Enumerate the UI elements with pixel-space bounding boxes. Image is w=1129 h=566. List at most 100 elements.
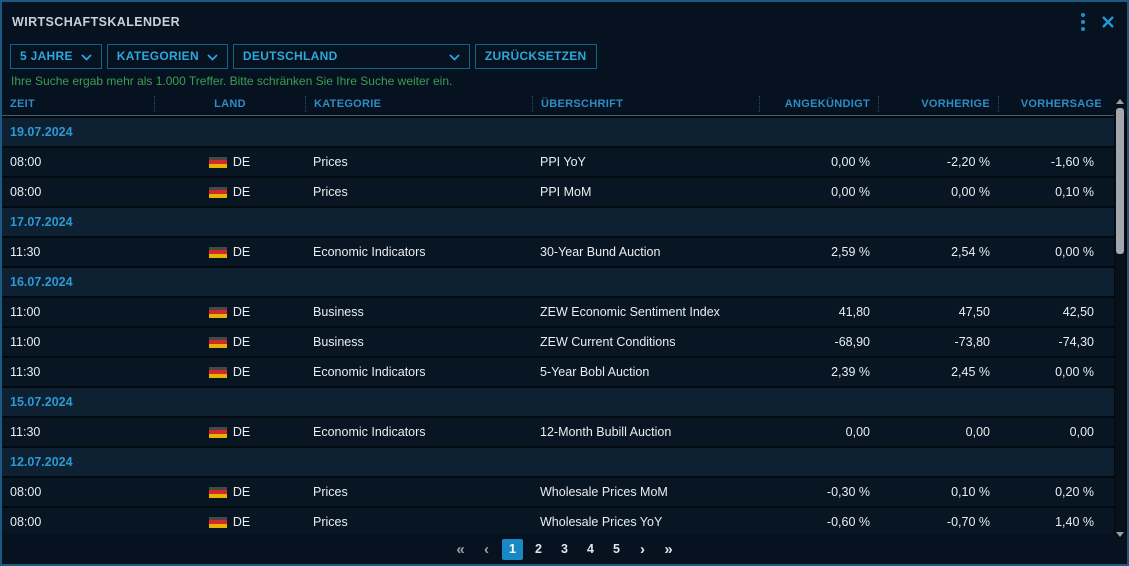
germany-flag-icon (209, 427, 227, 438)
event-country: DE (154, 515, 305, 529)
calendar-event-row[interactable]: 11:00DEBusinessZEW Economic Sentiment In… (2, 298, 1114, 326)
column-header-ueberschrift[interactable]: ÜBERSCHRIFT (532, 96, 759, 112)
germany-flag-icon (209, 307, 227, 318)
calendar-event-row[interactable]: 11:30 DE Economic Indicators30-Year Bund A… (2, 238, 1114, 266)
column-header-land[interactable]: LAND (154, 96, 305, 112)
event-time: 11:00 (2, 335, 154, 349)
date-label: 12.07.2024 (2, 455, 81, 469)
kebab-menu-icon[interactable] (1081, 13, 1085, 31)
event-forecast-value: 0,10 % (998, 185, 1114, 199)
event-forecast-value: -74,30 (998, 335, 1114, 349)
calendar-event-row[interactable]: 11:30 DE Economic Indicators12-Month Bubil… (2, 418, 1114, 446)
table-body: 19.07.202408:00DEPricesPPI YoY0,00 %-2,2… (2, 116, 1127, 534)
event-time: 08:00 (2, 515, 154, 529)
categories-dropdown-label: KATEGORIEN (117, 49, 199, 63)
event-category: Prices (305, 485, 532, 499)
date-group-row: 12.07.2024 (2, 448, 1114, 476)
event-time: 11:30 (2, 245, 154, 259)
last-page-button[interactable]: » (658, 539, 679, 560)
event-announced-value: 2,59 % (759, 245, 878, 259)
reset-button-label: ZURÜCKSETZEN (485, 49, 587, 63)
event-category: Economic Indicators (305, 245, 532, 259)
country-code: DE (233, 335, 250, 349)
calendar-event-row[interactable]: 08:00DEPricesPPI MoM0,00 %0,00 %0,10 % (2, 178, 1114, 206)
event-previous-value: 2,45 % (878, 365, 998, 379)
event-announced-value: -0,60 % (759, 515, 878, 529)
event-category: Economic Indicators (305, 425, 532, 439)
scroll-up-icon[interactable] (1116, 99, 1124, 104)
titlebar: WIRTSCHAFTSKALENDER (2, 2, 1127, 42)
prev-page-button[interactable]: ‹ (476, 539, 497, 560)
event-country: DE (154, 305, 305, 319)
event-category: Economic Indicators (305, 365, 532, 379)
calendar-event-row[interactable]: 08:00DEPricesPPI YoY0,00 %-2,20 %-1,60 % (2, 148, 1114, 176)
calendar-event-row[interactable]: 11:30DEEconomic Indicators5-Year Bobl Au… (2, 358, 1114, 386)
event-time: 11:00 (2, 305, 154, 319)
reset-button[interactable]: ZURÜCKSETZEN (475, 44, 597, 69)
economic-calendar-widget: WIRTSCHAFTSKALENDER 5 JAHRE KATEGORIEN D… (0, 0, 1129, 566)
page-button-3[interactable]: 3 (554, 539, 575, 560)
calendar-event-row[interactable]: 08:00DEPricesWholesale Prices MoM-0,30 %… (2, 478, 1114, 506)
event-announced-value: 0,00 % (759, 155, 878, 169)
first-page-button[interactable]: « (450, 539, 471, 560)
country-dropdown-label: DEUTSCHLAND (243, 49, 338, 63)
event-headline: 5-Year Bobl Auction (532, 365, 759, 379)
period-dropdown-label: 5 JAHRE (20, 49, 73, 63)
germany-flag-icon (209, 367, 227, 378)
scrollbar-thumb[interactable] (1116, 108, 1124, 254)
event-country: DE (154, 335, 305, 349)
event-headline: ZEW Economic Sentiment Index (532, 305, 759, 319)
event-country: DE (154, 365, 305, 379)
page-button-2[interactable]: 2 (528, 539, 549, 560)
country-code: DE (233, 515, 250, 529)
column-header-vorherige[interactable]: VORHERIGE (878, 96, 998, 112)
event-time: 08:00 (2, 185, 154, 199)
calendar-event-row[interactable]: 08:00DEPricesWholesale Prices YoY-0,60 %… (2, 508, 1114, 534)
country-code: DE (233, 425, 250, 439)
categories-dropdown[interactable]: KATEGORIEN (107, 44, 228, 69)
country-code: DE (233, 245, 250, 259)
column-header-angekuendigt[interactable]: ANGEKÜNDIGT (759, 96, 878, 112)
event-headline: Wholesale Prices MoM (532, 485, 759, 499)
event-announced-value: -68,90 (759, 335, 878, 349)
event-headline: 30-Year Bund Auction (532, 245, 759, 259)
event-announced-value: 0,00 % (759, 185, 878, 199)
event-time: 08:00 (2, 155, 154, 169)
page-button-1[interactable]: 1 (502, 539, 523, 560)
calendar-event-row[interactable]: 11:00 DE BusinessZEW Current Conditions-68… (2, 328, 1114, 356)
event-forecast-value: 0,00 (998, 425, 1114, 439)
country-dropdown[interactable]: DEUTSCHLAND (233, 44, 470, 69)
vertical-scrollbar[interactable] (1115, 96, 1125, 540)
period-dropdown[interactable]: 5 JAHRE (10, 44, 102, 69)
event-category: Prices (305, 185, 532, 199)
close-icon[interactable] (1101, 15, 1115, 29)
page-button-5[interactable]: 5 (606, 539, 627, 560)
column-header-kategorie[interactable]: KATEGORIE (305, 96, 532, 112)
event-forecast-value: 0,20 % (998, 485, 1114, 499)
event-announced-value: -0,30 % (759, 485, 878, 499)
next-page-button[interactable]: › (632, 539, 653, 560)
page-button-4[interactable]: 4 (580, 539, 601, 560)
event-time: 08:00 (2, 485, 154, 499)
table-header-row: ZEIT LAND KATEGORIE ÜBERSCHRIFT ANGEKÜND… (2, 92, 1114, 116)
event-category: Business (305, 335, 532, 349)
germany-flag-icon (209, 337, 227, 348)
event-headline: ZEW Current Conditions (532, 335, 759, 349)
titlebar-icons (1081, 13, 1115, 31)
chevron-down-icon (207, 50, 218, 64)
event-forecast-value: 0,00 % (998, 245, 1114, 259)
country-code: DE (233, 155, 250, 169)
event-headline: Wholesale Prices YoY (532, 515, 759, 529)
column-header-zeit[interactable]: ZEIT (2, 96, 154, 112)
event-previous-value: 0,00 (878, 425, 998, 439)
event-forecast-value: 1,40 % (998, 515, 1114, 529)
scroll-down-icon[interactable] (1116, 532, 1124, 537)
germany-flag-icon (209, 487, 227, 498)
germany-flag-icon (209, 247, 227, 258)
event-headline: PPI MoM (532, 185, 759, 199)
column-header-vorhersage[interactable]: VORHERSAGE (998, 96, 1114, 112)
event-headline: 12-Month Bubill Auction (532, 425, 759, 439)
pagination: «‹12345›» (2, 534, 1127, 564)
search-result-notice: Ihre Suche ergab mehr als 1.000 Treffer.… (2, 70, 1127, 92)
event-time: 11:30 (2, 425, 154, 439)
